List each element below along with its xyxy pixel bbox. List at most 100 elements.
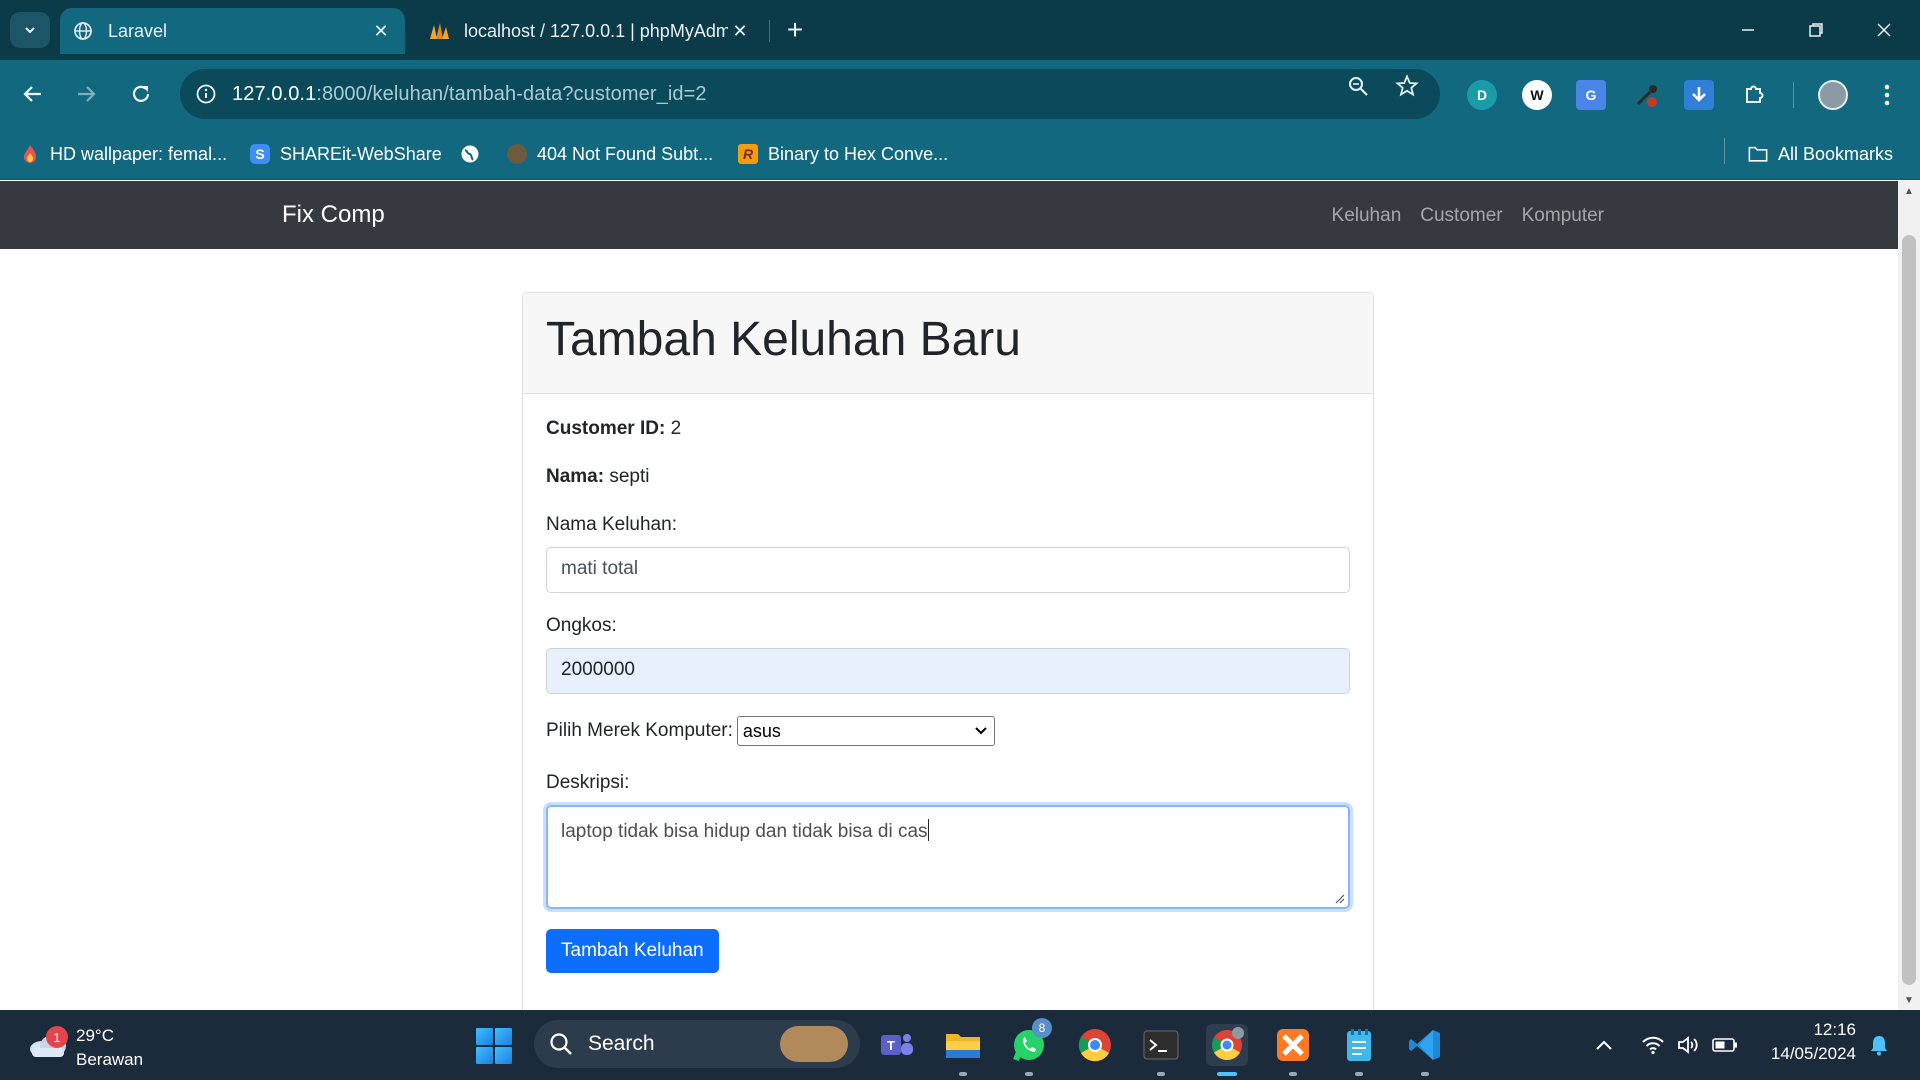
system-clock[interactable]: 12:16 14/05/2024 — [1752, 1018, 1856, 1066]
reload-icon[interactable] — [121, 74, 161, 114]
windows-taskbar: 1 29°C Berawan Search T 8 12:16 14/05/20… — [0, 1010, 1920, 1080]
flame-icon — [20, 144, 40, 164]
merek-select[interactable]: asus — [736, 716, 995, 746]
globe-icon — [72, 20, 94, 42]
browser-tabstrip: Laravel ✕ localhost / 127.0.0.1 | phpMyA… — [0, 0, 1920, 60]
url-path: :8000/keluhan/tambah-data?customer_id=2 — [316, 82, 707, 105]
forward-arrow-icon[interactable] — [66, 74, 106, 114]
tab-phpmyadmin[interactable]: localhost / 127.0.0.1 | phpMyAdmin ✕ — [416, 8, 764, 54]
address-bar[interactable]: 127.0.0.1:8000/keluhan/tambah-data?custo… — [180, 69, 1440, 119]
globe-icon — [460, 144, 480, 164]
tab-title: Laravel — [108, 20, 168, 41]
new-tab-plus-icon[interactable]: + — [778, 12, 812, 48]
extensions-puzzle-icon[interactable] — [1739, 80, 1769, 110]
windows-start-icon[interactable] — [476, 1028, 512, 1064]
text-caret — [927, 819, 929, 841]
site-info-icon[interactable] — [180, 83, 232, 105]
menu-kebab-icon[interactable] — [1872, 80, 1902, 110]
running-indicator — [1217, 1072, 1237, 1076]
url-host: 127.0.0.1 — [232, 82, 317, 105]
customer-id-value: 2 — [670, 418, 682, 439]
notepad-icon[interactable] — [1338, 1024, 1380, 1076]
volume-icon[interactable] — [1676, 1032, 1702, 1058]
svg-text:T: T — [887, 1038, 895, 1053]
extension-icon[interactable]: D — [1467, 80, 1497, 110]
bookmark-item[interactable] — [460, 141, 490, 167]
nama-keluhan-input[interactable]: mati total — [546, 547, 1350, 593]
tab-close-icon[interactable]: ✕ — [728, 19, 752, 43]
nav-link-komputer[interactable]: Komputer — [1522, 205, 1604, 227]
bookmarks-bar: HD wallpaper: femal... S SHAREit-WebShar… — [0, 128, 1920, 180]
ongkos-label: Ongkos: — [546, 615, 617, 636]
running-indicator — [1157, 1072, 1165, 1076]
bookmark-star-icon[interactable] — [1394, 73, 1420, 99]
bookmark-item[interactable]: HD wallpaper: femal... — [20, 141, 227, 167]
scrollbar-thumb[interactable] — [1902, 235, 1916, 985]
bookmarks-separator — [1724, 138, 1725, 164]
file-explorer-icon[interactable] — [942, 1024, 984, 1076]
ongkos-input[interactable]: 2000000 — [546, 648, 1350, 694]
page-viewport: Fix Comp Keluhan Customer Komputer Tamba… — [0, 181, 1898, 1010]
weather-widget[interactable]: 1 29°C Berawan — [24, 1020, 194, 1070]
nama-line: Nama: septi — [546, 466, 1350, 490]
weather-condition: Berawan — [76, 1050, 144, 1069]
clock-time: 12:16 — [1813, 1020, 1856, 1039]
whatsapp-badge: 8 — [1032, 1018, 1052, 1038]
xampp-icon[interactable] — [1272, 1024, 1314, 1076]
chrome-icon[interactable] — [1074, 1024, 1116, 1066]
bookmark-label: Binary to Hex Conve... — [768, 143, 949, 164]
deskripsi-label: Deskripsi: — [546, 772, 630, 793]
download-icon[interactable] — [1684, 80, 1714, 110]
form-card: Tambah Keluhan Baru Customer ID: 2 Nama:… — [522, 292, 1374, 1010]
nama-value: septi — [609, 466, 650, 487]
minimize-icon[interactable] — [1720, 8, 1776, 52]
zoom-icon[interactable] — [1345, 73, 1371, 99]
scroll-down-icon[interactable]: ▼ — [1898, 990, 1920, 1010]
terminal-icon[interactable] — [1140, 1024, 1182, 1076]
vscode-icon[interactable] — [1404, 1024, 1446, 1076]
tab-search-button[interactable] — [10, 12, 50, 48]
tray-chevron-up-icon[interactable] — [1592, 1032, 1616, 1058]
translate-icon[interactable]: G — [1576, 80, 1606, 110]
tab-close-icon[interactable]: ✕ — [369, 19, 393, 43]
nav-link-customer[interactable]: Customer — [1420, 205, 1502, 227]
battery-icon[interactable] — [1712, 1032, 1738, 1058]
nav-link-keluhan[interactable]: Keluhan — [1332, 205, 1402, 227]
close-window-icon[interactable] — [1856, 8, 1912, 52]
notification-bell-icon[interactable] — [1866, 1032, 1892, 1058]
wifi-icon[interactable] — [1640, 1032, 1666, 1058]
nama-label: Nama: — [546, 466, 605, 487]
nama-keluhan-label: Nama Keluhan: — [546, 514, 677, 535]
eyedropper-icon[interactable] — [1632, 80, 1662, 110]
all-bookmarks-button[interactable]: All Bookmarks — [1748, 141, 1893, 167]
wappalyzer-icon[interactable]: W — [1522, 80, 1552, 110]
profile-avatar[interactable] — [1818, 80, 1848, 110]
teams-icon[interactable]: T — [876, 1024, 918, 1066]
customer-id-label: Customer ID: — [546, 418, 666, 439]
shareit-icon: S — [250, 144, 270, 164]
avatar-icon — [507, 144, 527, 164]
taskbar-search[interactable]: Search — [534, 1020, 860, 1068]
bookmark-label: All Bookmarks — [1778, 143, 1894, 164]
bookmark-label: HD wallpaper: femal... — [50, 143, 228, 164]
bookmark-item[interactable]: 404 Not Found Subt... — [507, 141, 713, 167]
scroll-up-icon[interactable]: ▲ — [1898, 181, 1920, 201]
browser-toolbar: 127.0.0.1:8000/keluhan/tambah-data?custo… — [0, 60, 1920, 128]
tab-laravel[interactable]: Laravel ✕ — [60, 8, 405, 54]
chevron-down-icon — [25, 27, 35, 34]
back-arrow-icon[interactable] — [13, 74, 53, 114]
search-label: Search — [588, 1032, 655, 1055]
search-highlight-image — [780, 1026, 848, 1062]
bookmark-item[interactable]: R Binary to Hex Conve... — [738, 141, 948, 167]
chrome-profile-icon[interactable] — [1206, 1024, 1248, 1076]
bookmark-item[interactable]: S SHAREit-WebShare — [250, 141, 442, 167]
restore-icon[interactable] — [1788, 8, 1844, 52]
deskripsi-textarea[interactable]: laptop tidak bisa hidup dan tidak bisa d… — [546, 805, 1350, 909]
resize-grip-icon[interactable] — [1333, 892, 1345, 904]
brand-link[interactable]: Fix Comp — [282, 201, 385, 229]
merek-selected-value: asus — [742, 720, 781, 741]
submit-button[interactable]: Tambah Keluhan — [546, 929, 719, 973]
whatsapp-icon[interactable]: 8 — [1008, 1018, 1052, 1076]
page-scrollbar[interactable]: ▲ ▼ — [1898, 181, 1920, 1010]
tab-title: localhost / 127.0.0.1 | phpMyAdmin — [464, 20, 728, 41]
